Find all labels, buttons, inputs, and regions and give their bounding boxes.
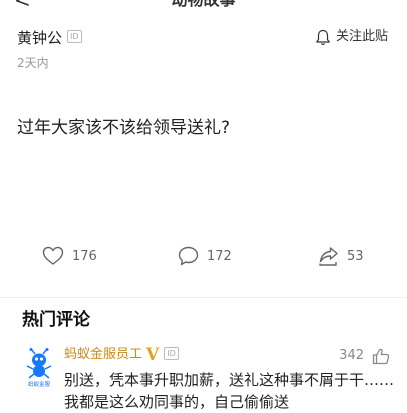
ant-logo-icon: 蚂蚁金服 [26,348,52,388]
comment-button[interactable]: 172 [178,246,232,266]
heart-icon [42,246,64,265]
author-name[interactable]: 黄钟公 [17,29,62,47]
vip-badge: V [146,345,160,365]
comment-count: 172 [207,248,232,264]
follow-button[interactable]: 关注此贴 [315,28,388,46]
share-count: 53 [347,248,364,264]
top-nav: < 动物故事 [0,0,407,14]
like-button[interactable]: 176 [42,246,97,266]
bell-icon [316,29,330,45]
commenter-avatar[interactable]: 蚂蚁金服 [22,348,56,388]
like-count: 176 [72,248,97,264]
comment-like-count: 342 [339,348,364,363]
commenter-name[interactable]: 蚂蚁金服员工 V ID [64,346,179,364]
share-button[interactable]: 53 [318,246,364,266]
share-icon [319,247,338,266]
nav-title: 动物故事 [0,0,407,9]
comment-icon [178,246,199,266]
avatar-caption: 蚂蚁金服 [28,380,51,388]
commenter-name-text[interactable]: 蚂蚁金服员工 [64,346,142,364]
hot-comments-title: 热门评论 [22,310,90,330]
section-divider [0,297,407,298]
post-time: 2天内 [17,56,49,70]
thumbs-up-icon [372,348,390,364]
comment-text: 别送，凭本事升职加薪，送礼这种事不屑于干……我都是这么劝同事的，自己偷偷送 [64,371,395,411]
post-question: 过年大家该不该给领导送礼? [17,118,231,138]
post-author[interactable]: 黄钟公 ID [17,29,82,47]
commenter-id-badge: ID [164,346,179,360]
id-badge: ID [67,30,82,43]
comment-like-button[interactable]: 342 [339,347,390,365]
follow-label: 关注此贴 [335,29,388,44]
